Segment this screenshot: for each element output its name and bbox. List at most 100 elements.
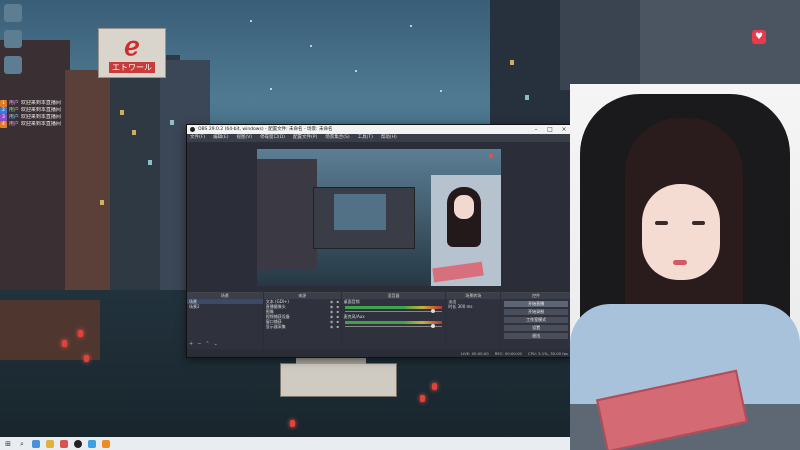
building	[640, 0, 800, 85]
chevron-up-icon[interactable]: ⌃	[205, 341, 209, 347]
cpu-fps: CPU: 3.1%, 30.00 fps	[527, 351, 568, 356]
obs-titlebar[interactable]: OBS 29.0.2 (64-bit, windows) - 配置文件: 未命名…	[187, 125, 571, 134]
controls-dock: 控件 开始直播 开始录制 工作室模式 设置 退出	[501, 292, 571, 349]
desktop-icon-column	[2, 4, 24, 82]
building	[560, 0, 640, 90]
chat-message: 3 用户 欢迎来到本直播间	[0, 114, 100, 121]
chat-text: 欢迎来到本直播间	[20, 100, 61, 106]
desktop-icon[interactable]	[4, 30, 22, 48]
rec-timer: REC: 00:00:00	[494, 351, 522, 356]
obs-title: OBS 29.0.2 (64-bit, windows) - 配置文件: 未命名…	[198, 127, 333, 132]
boat	[280, 354, 397, 397]
exit-button[interactable]: 退出	[504, 333, 568, 339]
menu-scene-collection[interactable]: 场景集合(S)	[325, 134, 349, 142]
chat-text: 欢迎来到本直播间	[20, 107, 61, 113]
billboard-sign: ℯ エトワール	[98, 28, 166, 78]
remove-icon[interactable]: −	[197, 341, 201, 347]
transitions-dock: 场景转场 淡出 时长 300 ms	[446, 292, 501, 349]
settings-button[interactable]: 设置	[504, 325, 568, 331]
add-icon[interactable]: +	[189, 341, 193, 347]
window-light	[100, 200, 104, 205]
menu-docks[interactable]: 停靠窗口(D)	[260, 134, 285, 142]
duration-label: 时长	[448, 304, 457, 309]
lantern	[62, 340, 67, 347]
chat-username: 用户	[8, 107, 19, 113]
menu-file[interactable]: 文件(F)	[190, 134, 205, 142]
folder-icon[interactable]	[46, 439, 54, 448]
menu-view[interactable]: 视图(V)	[236, 134, 252, 142]
chat-badge: 1	[0, 100, 7, 107]
menu-profile[interactable]: 配置文件(P)	[293, 134, 317, 142]
start-streaming-button[interactable]: 开始直播	[504, 301, 568, 307]
chat-message: 4 用户 欢迎来到本直播间	[0, 121, 100, 128]
lantern	[84, 355, 89, 362]
mixer-dock: 混音器 桌面音频 麦克风/Aux	[341, 292, 446, 349]
mixer-channel-label: 桌面音频	[343, 299, 360, 304]
obs-taskbar-icon[interactable]	[74, 439, 82, 448]
maximize-icon[interactable]: □	[543, 125, 557, 134]
taskbar-app-icon[interactable]	[32, 439, 40, 448]
transition-duration[interactable]: 时长 300 ms	[446, 304, 500, 309]
preview-nested-obs	[313, 187, 415, 249]
windows-start-icon[interactable]: ⊞	[4, 440, 12, 448]
menu-tools[interactable]: 工具(T)	[358, 134, 373, 142]
chat-text: 欢迎来到本直播间	[20, 121, 61, 127]
source-item[interactable]: 显示器采集 ◉ ▪	[264, 324, 341, 329]
obs-menubar: 文件(F) 编辑(E) 视图(V) 停靠窗口(D) 配置文件(P) 场景集合(S…	[187, 134, 571, 142]
audio-meter	[344, 321, 443, 324]
menu-edit[interactable]: 编辑(E)	[213, 134, 228, 142]
taskbar-app-icon[interactable]	[60, 439, 68, 448]
obs-statusbar: LIVE: 00:00:00 REC: 00:00:00 CPU: 3.1%, …	[187, 351, 571, 357]
star	[270, 88, 272, 90]
chat-message: 2 用户 欢迎来到本直播间	[0, 107, 100, 114]
window-light	[120, 110, 124, 115]
obs-logo-icon	[190, 127, 195, 132]
start-recording-button[interactable]: 开始录制	[504, 309, 568, 315]
window-light	[148, 160, 152, 165]
slider-knob[interactable]	[430, 324, 435, 328]
preview-keyboard	[432, 261, 484, 283]
star	[440, 90, 442, 92]
streamer-face	[642, 184, 720, 280]
volume-slider[interactable]	[344, 309, 443, 313]
star	[410, 25, 412, 27]
window-light	[525, 95, 529, 100]
billboard-text: エトワール	[109, 61, 155, 73]
controls-dock-title: 控件	[501, 293, 571, 299]
obs-window[interactable]: OBS 29.0.2 (64-bit, windows) - 配置文件: 未命名…	[186, 124, 572, 358]
preview-building	[257, 159, 317, 269]
streamer-eye	[655, 221, 668, 225]
close-icon[interactable]: ×	[557, 125, 571, 134]
chat-text: 欢迎来到本直播间	[20, 114, 61, 120]
star	[310, 45, 312, 47]
chat-username: 用户	[8, 121, 19, 127]
chat-overlay: 1 用户 欢迎来到本直播间 2 用户 欢迎来到本直播间 3 用户 欢迎来到本直播…	[0, 100, 100, 128]
duration-value[interactable]: 300 ms	[458, 304, 473, 309]
taskbar-app-icon[interactable]	[88, 439, 96, 448]
window-light	[510, 60, 514, 65]
desktop-icon[interactable]	[4, 4, 22, 22]
obs-preview[interactable]	[257, 149, 501, 286]
scene-item[interactable]: 场景2	[187, 304, 263, 309]
preview-marker-icon	[489, 154, 493, 158]
chevron-down-icon[interactable]: ⌄	[214, 341, 218, 347]
search-icon[interactable]: ⌕	[18, 440, 26, 448]
menu-help[interactable]: 帮助(H)	[381, 134, 397, 142]
chat-badge: 4	[0, 121, 7, 128]
studio-mode-button[interactable]: 工作室模式	[504, 317, 568, 323]
taskbar-app-icon[interactable]	[102, 439, 110, 448]
lock-icon[interactable]: ▪	[335, 324, 341, 329]
slider-knob[interactable]	[430, 309, 435, 313]
sources-dock: 来源 文本 (GDI+) ◉ ▪ 直播摄像头 ◉ ▪ 图像 ◉ ▪ 视频捕获设备 ◉ ▪ 窗口捕…	[263, 292, 341, 349]
star	[355, 70, 357, 72]
chat-message: 1 用户 欢迎来到本直播间	[0, 100, 100, 107]
preview-face	[454, 195, 474, 219]
streamer-lips	[673, 260, 687, 265]
volume-slider[interactable]	[344, 324, 443, 328]
chat-username: 用户	[8, 114, 19, 120]
desktop-icon[interactable]	[4, 56, 22, 74]
live-timer: LIVE: 00:00:00	[460, 351, 489, 356]
minimize-icon[interactable]: –	[529, 125, 543, 134]
heart-icon[interactable]: ♥	[752, 30, 766, 44]
lantern	[432, 383, 437, 390]
